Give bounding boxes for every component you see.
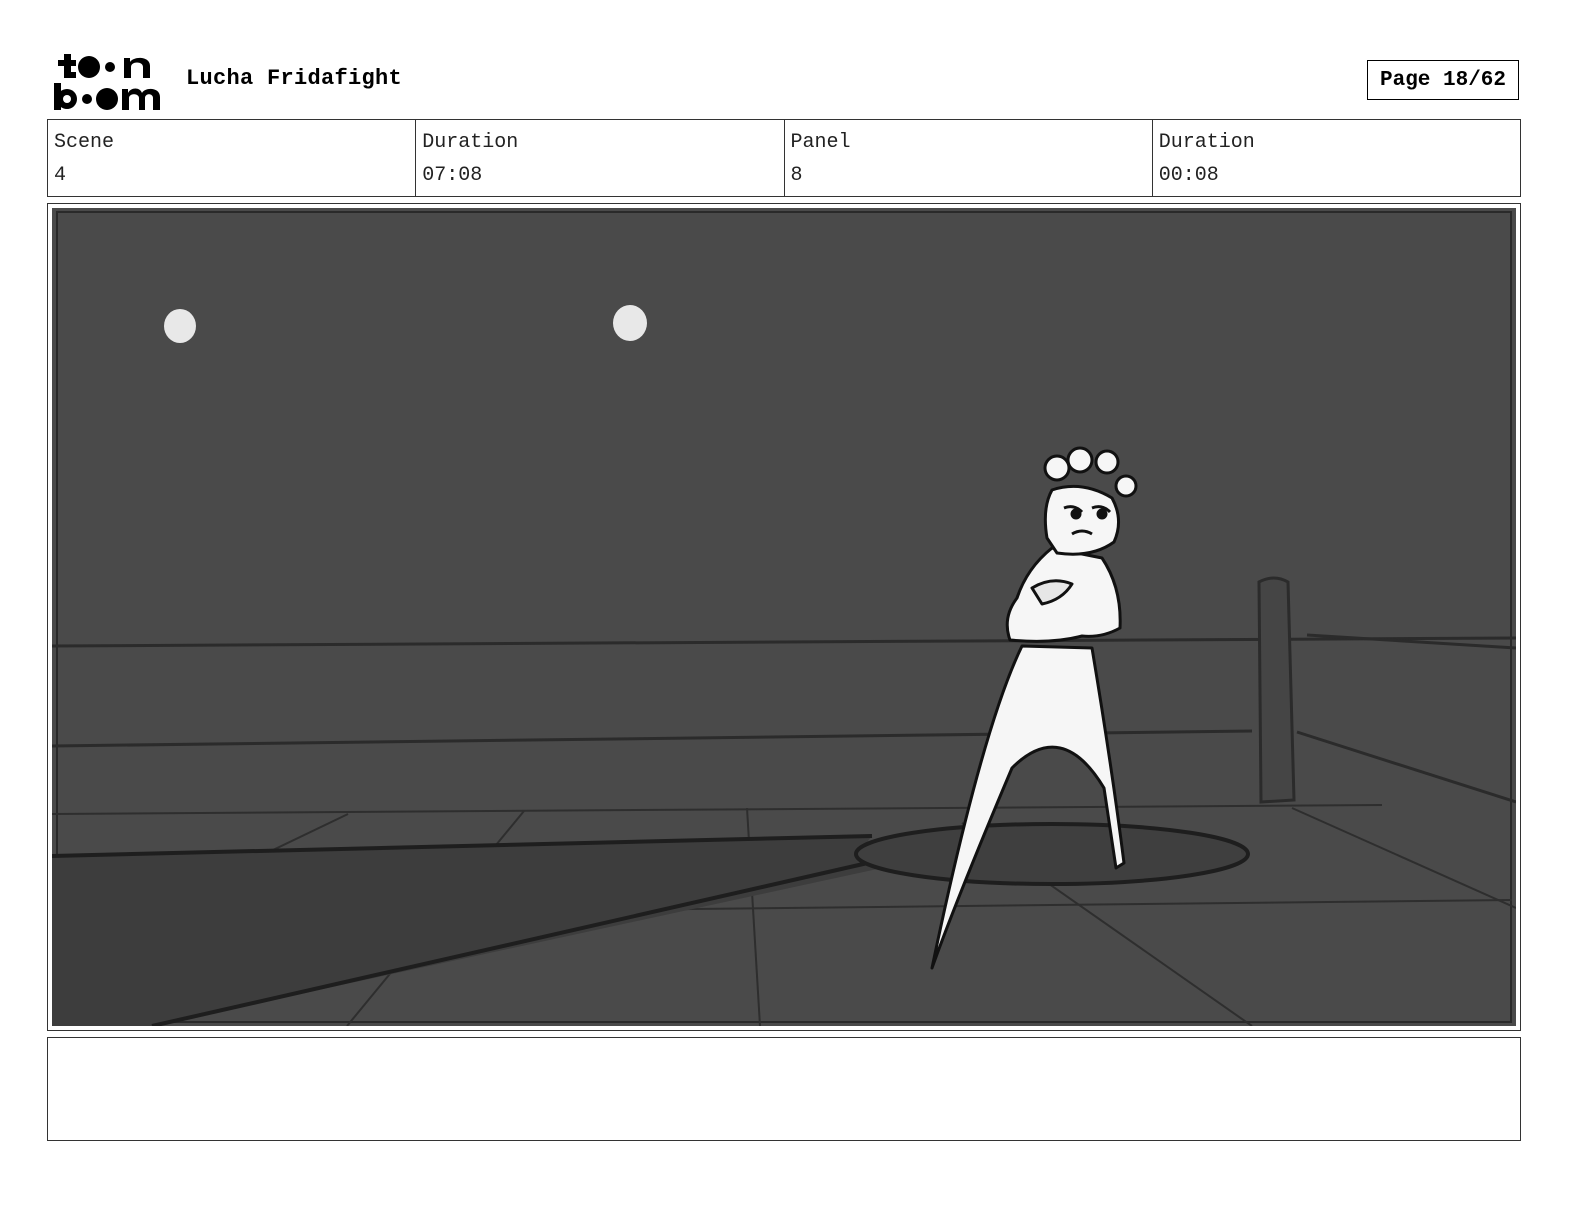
panel-duration-label: Duration (1158, 131, 1255, 154)
project-title: Lucha Fridafight (186, 66, 403, 91)
scene-duration-cell: Duration 07:08 (416, 120, 785, 196)
ceiling-light (613, 305, 647, 341)
panel-sketch (52, 208, 1516, 1026)
panel-duration-cell: Duration 00:08 (1153, 120, 1520, 196)
scene-cell: Scene 4 (48, 120, 417, 196)
scene-label: Scene (54, 131, 115, 154)
panel-value: 8 (790, 164, 803, 187)
scene-info-table: Scene 4 Duration 07:08 Panel 8 Duration … (47, 119, 1521, 197)
ceiling-light (164, 309, 196, 343)
scene-duration-value: 07:08 (422, 164, 483, 187)
panel-duration-value: 00:08 (1158, 164, 1219, 187)
panel-cell: Panel 8 (785, 120, 1153, 196)
panel-notes (47, 1037, 1521, 1141)
page-number: Page 18/62 (1367, 60, 1519, 100)
scene-value: 4 (54, 164, 67, 187)
scene-duration-label: Duration (422, 131, 519, 154)
toonboom-logo (54, 54, 160, 110)
corner-post (1257, 576, 1296, 804)
panel-label: Panel (790, 131, 851, 154)
floor-ellipse (854, 822, 1250, 886)
storyboard-panel (47, 203, 1521, 1031)
